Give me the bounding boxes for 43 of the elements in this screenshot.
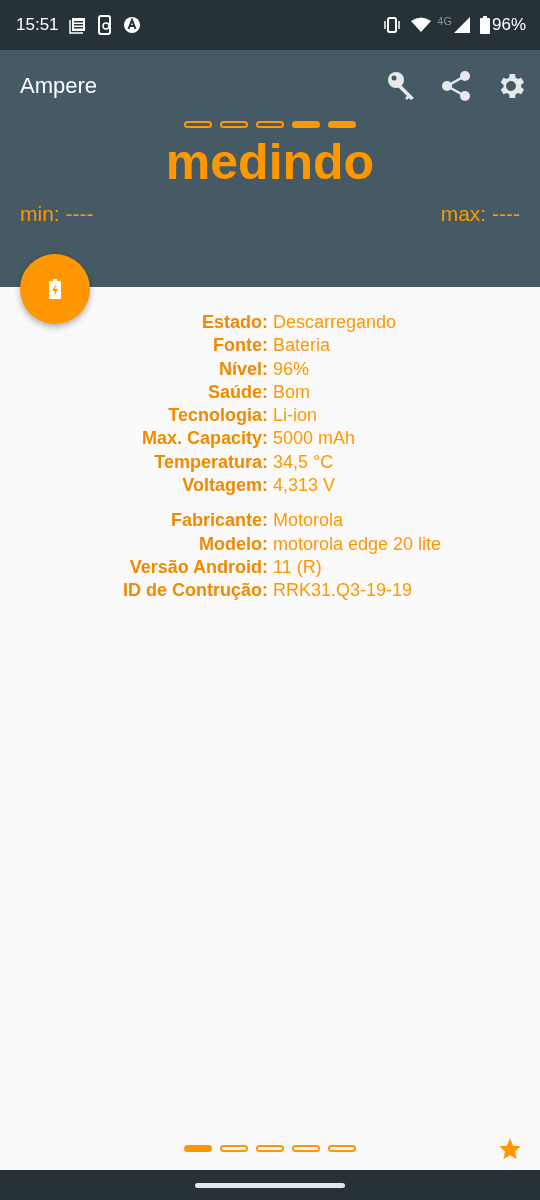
info-label: Modelo: xyxy=(199,532,268,556)
signal-icon xyxy=(453,17,470,33)
info-value: Motorola xyxy=(272,509,345,533)
battery-percent: 96% xyxy=(491,15,526,35)
info-label: Versão Android: xyxy=(129,555,268,579)
info-label: Temperatura: xyxy=(154,450,268,474)
max-reading: max: ---- xyxy=(440,202,520,226)
min-reading: min: ---- xyxy=(20,202,94,226)
info-label: ID de Contrução: xyxy=(123,579,268,603)
info-label: Estado: xyxy=(202,311,268,334)
info-label: Tecnologia: xyxy=(168,404,268,428)
share-icon[interactable] xyxy=(440,70,472,102)
info-label: Nível: xyxy=(218,357,268,381)
info-value: 34,5 °C xyxy=(272,450,335,474)
info-label: Max. Capacity: xyxy=(141,427,268,451)
info-value: RRK31.Q3-19-19 xyxy=(272,579,414,603)
info-label: Saúde: xyxy=(208,380,268,404)
info-value: 11 (R) xyxy=(272,555,323,579)
info-value: Li-ion xyxy=(272,404,319,428)
info-value: 5000 mAh xyxy=(272,427,357,451)
vibrate-icon xyxy=(383,17,402,33)
news-icon xyxy=(68,16,87,34)
battery-fab[interactable] xyxy=(20,254,90,324)
info-value: 96% xyxy=(272,357,311,381)
measuring-status: medindo xyxy=(164,133,376,192)
star-icon[interactable] xyxy=(497,1136,523,1162)
clock: 15:51 xyxy=(16,15,59,35)
info-value: Descarregando xyxy=(272,311,398,334)
battery-charging-icon xyxy=(49,279,61,299)
info-label: Voltagem: xyxy=(182,474,268,498)
phone-icon xyxy=(96,15,113,35)
app-title: Ampere xyxy=(20,73,99,99)
circle-letter-icon xyxy=(122,16,141,34)
info-label: Fabricante: xyxy=(170,509,268,533)
info-value: Bom xyxy=(272,380,311,404)
info-value: 4,313 V xyxy=(272,474,337,498)
info-value: motorola edge 20 lite xyxy=(272,532,443,556)
wifi-icon xyxy=(411,17,432,33)
network-type: 4G xyxy=(437,15,452,27)
battery-icon xyxy=(479,16,490,34)
info-label: Fonte: xyxy=(213,334,268,358)
info-value: Bateria xyxy=(272,334,332,358)
home-gesture-bar[interactable] xyxy=(195,1182,345,1188)
